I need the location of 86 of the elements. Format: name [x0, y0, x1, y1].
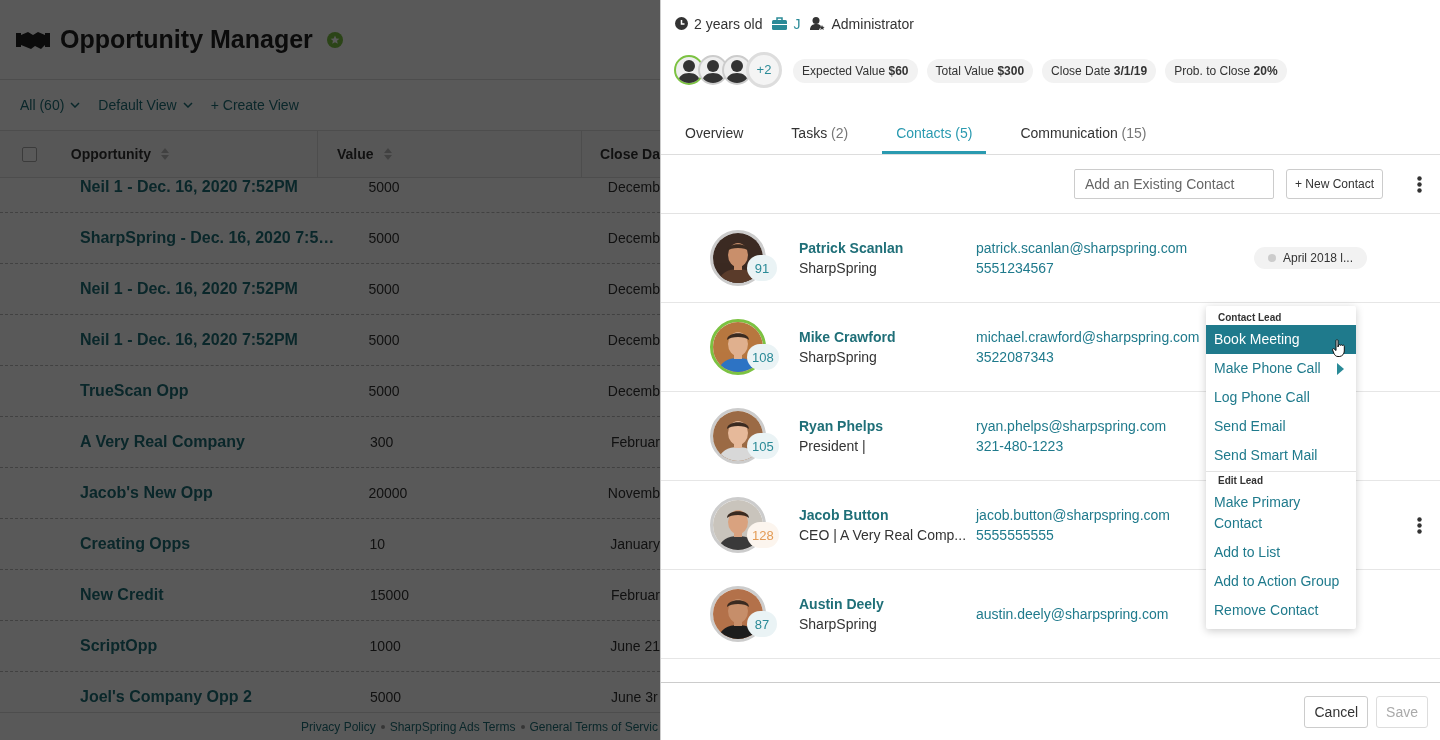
tab[interactable]: Communication (15) [1006, 109, 1161, 154]
list-tag: April 2018 l... [1254, 247, 1368, 269]
table-cell-text: 1000 [368, 638, 402, 654]
menu-item[interactable]: Make Phone Call [1206, 354, 1356, 383]
more-members-badge[interactable]: +2 [746, 51, 782, 88]
contact-subtitle: SharpSpring [799, 260, 878, 276]
contact-name-link[interactable]: Jacob Button [799, 507, 976, 523]
footer-button[interactable]: Cancel [1304, 695, 1369, 728]
phone-link[interactable]: 5551234567 [976, 260, 1254, 276]
score-badge: 128 [747, 522, 779, 548]
stat-pill: Total Value $300 [926, 59, 1034, 83]
clock-icon [675, 17, 688, 30]
menu-section-title: Edit Lead [1217, 474, 1264, 488]
select-all-checkbox[interactable] [22, 146, 37, 162]
tab[interactable]: Tasks (2) [777, 109, 863, 154]
column-header[interactable]: Opportunity [70, 131, 317, 177]
submenu-arrow-icon [1337, 362, 1344, 375]
table-cell: Decemb [607, 332, 660, 348]
contact-name-link[interactable]: Patrick Scanlan [799, 240, 976, 256]
stat-pill: Close Date 3/1/19 [1042, 59, 1157, 83]
menu-item[interactable]: Add to List [1206, 538, 1356, 567]
star-badge-icon [326, 31, 343, 48]
score-badge: 105 [747, 433, 779, 459]
new-contact-button[interactable]: + New Contact [1285, 169, 1383, 199]
table-cell-text: 5000 [367, 230, 401, 246]
menu-item[interactable]: Make Primary Contact [1206, 488, 1356, 538]
contact-name-link[interactable]: Mike Crawford [799, 329, 976, 345]
stat-pill: Prob. to Close 20% [1165, 59, 1287, 83]
score-badge: 108 [747, 344, 779, 370]
table-cell: June 21 [610, 638, 660, 654]
table-cell: June 3r [611, 689, 658, 705]
tab[interactable]: Overview [671, 109, 758, 154]
stat-pill: Expected Value $60 [793, 59, 918, 83]
table-cell: Decemb [607, 281, 660, 297]
contact-subtitle: President | [799, 438, 867, 454]
table-cell-text: 20000 [367, 485, 409, 501]
menu-item[interactable]: Add to Action Group [1206, 567, 1356, 596]
table-cell: Februar [610, 434, 660, 450]
status-dot [1268, 254, 1276, 262]
tab[interactable]: Contacts (5) [882, 109, 987, 154]
score-badge: 87 [747, 611, 777, 637]
table-cell-text: 300 [369, 434, 395, 450]
page-title: Opportunity Manager [60, 25, 313, 54]
table-cell: Februar [610, 587, 660, 603]
menu-item[interactable]: Book Meeting [1206, 325, 1356, 354]
more-options-icon [1417, 516, 1422, 534]
search-field[interactable]: Add an Existing Contact [1073, 169, 1274, 199]
more-options-icon [1417, 175, 1422, 193]
person-silhouette-icon [726, 58, 748, 83]
table-cell-text: 5000 [367, 179, 401, 195]
table-cell: Decemb [607, 230, 660, 246]
user-star-icon [810, 17, 826, 30]
table-cell-text: 5000 [367, 332, 401, 348]
table-cell-text: 10 [368, 536, 387, 552]
chevron-down-icon [70, 102, 81, 108]
table-cell-text: 5000 [367, 281, 401, 297]
email-link[interactable]: patrick.scanlan@sharpspring.com [976, 240, 1254, 256]
owner-link[interactable]: J [793, 15, 801, 32]
meta-text: 2 years old [694, 15, 763, 32]
contact-name-link[interactable]: Austin Deely [799, 596, 976, 612]
table-cell: Novemb [607, 485, 660, 501]
contact-subtitle: SharpSpring [799, 349, 878, 365]
table-cell-text: 5000 [369, 689, 403, 705]
hand-pointer-icon [1332, 339, 1346, 357]
column-header[interactable]: Value [316, 131, 582, 177]
score-badge: 91 [747, 255, 777, 281]
table-cell: Decemb [607, 383, 660, 399]
menu-item[interactable]: Remove Contact [1206, 596, 1356, 625]
meta-text: Administrator [831, 15, 914, 32]
table-cell-text: 5000 [367, 383, 401, 399]
person-silhouette-icon [702, 58, 724, 83]
contact-subtitle: SharpSpring [799, 616, 878, 632]
table-cell-text: 15000 [369, 587, 410, 603]
table-cell: January [610, 536, 660, 552]
contact-name-link[interactable]: Ryan Phelps [799, 418, 976, 434]
menu-item[interactable]: Send Smart Mail [1206, 441, 1356, 470]
separator-dot [520, 724, 525, 729]
table-cell: Decemb [607, 179, 660, 195]
chevron-down-icon [182, 102, 193, 108]
person-silhouette-icon [678, 58, 700, 83]
briefcase-icon [772, 17, 788, 30]
menu-item[interactable]: Log Phone Call [1206, 383, 1356, 412]
menu-item[interactable]: Send Email [1206, 412, 1356, 441]
separator-dot [380, 724, 385, 729]
contact-subtitle: CEO | A Very Real Comp... [799, 527, 968, 543]
menu-section-title: Contact Lead [1217, 311, 1283, 325]
